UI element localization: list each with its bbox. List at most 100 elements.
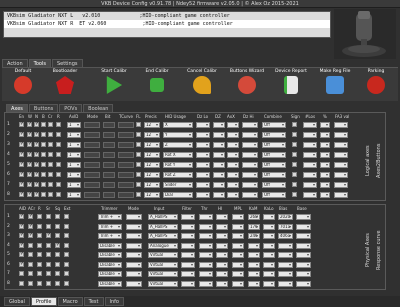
thr-field[interactable] — [199, 214, 213, 220]
precis-select[interactable]: 12 — [144, 192, 160, 198]
phys-checkbox[interactable] — [28, 252, 33, 257]
base-field[interactable] — [296, 261, 311, 268]
axis-checkbox[interactable] — [27, 131, 32, 137]
axis-checkbox[interactable] — [19, 121, 24, 127]
mode-select[interactable] — [126, 214, 142, 220]
axis-checkbox[interactable] — [27, 171, 32, 177]
fa-field[interactable] — [334, 142, 348, 148]
fl-checkbox[interactable] — [136, 122, 141, 127]
thr-field[interactable] — [199, 233, 213, 239]
hi-field[interactable] — [216, 261, 228, 268]
axis-checkbox[interactable] — [27, 121, 32, 127]
tab-buttons[interactable]: Buttons — [28, 104, 59, 112]
axx-field[interactable] — [227, 182, 239, 188]
mode-select[interactable] — [126, 242, 142, 249]
hi-field[interactable] — [216, 271, 228, 277]
mode-select[interactable] — [126, 252, 142, 258]
axis-checkbox[interactable] — [56, 122, 61, 127]
trimmer-select[interactable]: Disable — [98, 252, 122, 258]
phys-checkbox[interactable] — [64, 280, 69, 286]
nlos-field[interactable] — [303, 192, 317, 198]
axid-select[interactable]: 1 — [67, 122, 81, 128]
axx-field[interactable] — [227, 172, 239, 178]
phys-checkbox[interactable] — [64, 223, 69, 229]
trimmer-select[interactable]: Trim + — [98, 214, 122, 220]
tab-profile[interactable]: Profile — [30, 297, 57, 306]
phys-checkbox[interactable] — [37, 242, 42, 248]
axis-checkbox[interactable] — [34, 181, 39, 187]
filter-field[interactable] — [181, 261, 195, 268]
phys-checkbox[interactable] — [64, 233, 69, 238]
fl-checkbox[interactable] — [136, 192, 141, 197]
dz-field[interactable] — [213, 132, 225, 138]
sign-checkbox[interactable] — [292, 152, 297, 157]
precis-select[interactable]: 12 — [144, 162, 160, 168]
fa-field[interactable] — [334, 152, 348, 158]
hi-field[interactable] — [216, 242, 228, 249]
base-field[interactable] — [296, 223, 311, 230]
axis-checkbox[interactable] — [48, 122, 53, 127]
phys-checkbox[interactable] — [19, 232, 24, 238]
phys-checkbox[interactable] — [46, 252, 51, 257]
input-select[interactable]: A_HallPS — [148, 223, 178, 230]
phys-checkbox[interactable] — [28, 280, 33, 286]
phys-checkbox[interactable] — [64, 252, 69, 257]
filter-field[interactable] — [181, 271, 195, 277]
phys-checkbox[interactable] — [55, 223, 60, 229]
nlos-field[interactable] — [303, 122, 317, 128]
precis-select[interactable]: 12 — [144, 122, 160, 128]
thr-field[interactable] — [199, 223, 213, 230]
axis-checkbox[interactable] — [19, 131, 24, 137]
base-field[interactable] — [296, 280, 311, 287]
combine-select[interactable]: Off — [262, 162, 286, 168]
bias-field[interactable] — [278, 261, 293, 268]
phys-checkbox[interactable] — [19, 271, 24, 276]
combine-select[interactable]: Off — [262, 172, 286, 178]
mode-select[interactable] — [84, 162, 100, 168]
sign-checkbox[interactable] — [292, 172, 297, 177]
pct-field[interactable] — [320, 162, 330, 168]
mpl-field[interactable] — [232, 271, 244, 277]
axid-select[interactable]: 1 — [67, 142, 81, 148]
phys-checkbox[interactable] — [46, 214, 51, 219]
phys-checkbox[interactable] — [19, 223, 24, 229]
phys-checkbox[interactable] — [19, 280, 24, 286]
input-select[interactable]: A_HallPS — [148, 233, 178, 239]
kam-field[interactable] — [248, 271, 260, 277]
sign-checkbox[interactable] — [292, 142, 297, 147]
axis-checkbox[interactable] — [41, 142, 46, 147]
precis-select[interactable]: 12 — [144, 132, 160, 138]
phys-checkbox[interactable] — [37, 271, 42, 276]
phys-checkbox[interactable] — [46, 223, 51, 229]
fl-checkbox[interactable] — [136, 162, 141, 167]
phys-checkbox[interactable] — [55, 252, 60, 257]
pct-field[interactable] — [320, 132, 330, 138]
pct-field[interactable] — [320, 142, 330, 148]
tab-settings[interactable]: Settings — [52, 59, 83, 67]
dzlo-field[interactable] — [196, 152, 210, 158]
pct-field[interactable] — [320, 192, 330, 198]
fa-field[interactable] — [334, 182, 348, 188]
fa-field[interactable] — [334, 192, 348, 198]
hi-field[interactable] — [216, 223, 228, 230]
phys-checkbox[interactable] — [28, 223, 33, 229]
axis-checkbox[interactable] — [34, 131, 39, 137]
device-report-button[interactable]: Device Report — [270, 69, 312, 101]
axis-checkbox[interactable] — [41, 182, 46, 187]
dzhi-field[interactable] — [242, 172, 258, 178]
dz-field[interactable] — [213, 182, 225, 188]
precis-select[interactable]: 12 — [144, 142, 160, 148]
axis-checkbox[interactable] — [27, 151, 32, 157]
axis-checkbox[interactable] — [34, 121, 39, 127]
dzhi-field[interactable] — [242, 152, 258, 158]
combine-select[interactable]: Off — [262, 192, 286, 198]
fa-field[interactable] — [334, 122, 348, 128]
bit-field[interactable] — [103, 132, 115, 138]
hid-usage-select[interactable]: Rot X — [163, 152, 193, 158]
phys-checkbox[interactable] — [37, 252, 42, 257]
mpl-field[interactable] — [232, 242, 244, 249]
pct-field[interactable] — [320, 122, 330, 128]
hid-usage-select[interactable]: X — [163, 122, 193, 128]
nlos-field[interactable] — [303, 182, 317, 188]
sign-checkbox[interactable] — [292, 192, 297, 197]
